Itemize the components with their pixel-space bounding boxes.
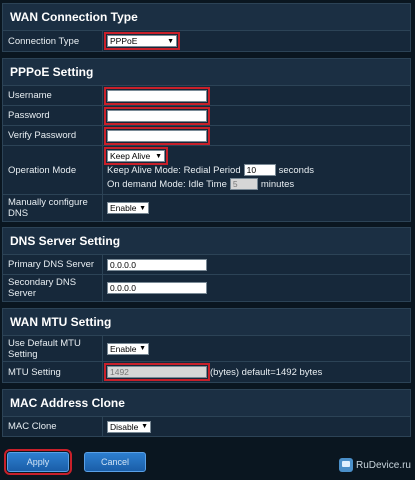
username-input[interactable]: [104, 86, 210, 105]
wan-mtu-setting-title: WAN MTU Setting: [3, 309, 410, 336]
on-demand-text: On demand Mode: Idle Time: [107, 178, 227, 190]
chevron-down-icon: ▼: [141, 423, 148, 430]
use-default-mtu-select[interactable]: Enable ▼: [107, 342, 149, 355]
primary-dns-label: Primary DNS Server: [3, 255, 103, 274]
watermark-text: RuDevice.ru: [355, 459, 411, 471]
keep-alive-text: Keep Alive Mode: Redial Period: [107, 164, 241, 176]
verify-password-input[interactable]: [104, 126, 210, 145]
wan-connection-type-title: WAN Connection Type: [3, 4, 410, 31]
verify-password-label: Verify Password: [3, 126, 103, 145]
operation-mode-label: Operation Mode: [3, 146, 103, 194]
wan-mtu-setting-panel: WAN MTU Setting Use Default MTU Setting …: [2, 308, 411, 383]
dns-server-setting-panel: DNS Server Setting Primary DNS Server 0.…: [2, 227, 411, 302]
mac-clone-label: MAC Clone: [3, 417, 103, 436]
mac-address-clone-panel: MAC Address Clone MAC Clone Disable ▼: [2, 389, 411, 437]
pppoe-setting-title: PPPoE Setting: [3, 59, 410, 86]
seconds-text: seconds: [278, 164, 314, 176]
redial-period-input[interactable]: 10: [243, 164, 276, 176]
minutes-text: minutes: [260, 178, 295, 190]
idle-time-input[interactable]: 5: [229, 178, 258, 190]
primary-dns-input[interactable]: 0.0.0.0: [107, 258, 207, 271]
mtu-setting-label: MTU Setting: [3, 362, 103, 382]
mtu-input[interactable]: 1492: [104, 363, 210, 381]
connection-type-label: Connection Type: [3, 31, 103, 51]
mtu-suffix-text: (bytes) default=1492 bytes: [210, 366, 323, 378]
password-input[interactable]: [104, 106, 210, 125]
chevron-down-icon: ▼: [155, 152, 162, 160]
operation-mode-select[interactable]: Keep Alive ▼: [104, 147, 168, 165]
username-label: Username: [3, 86, 103, 105]
secondary-dns-input[interactable]: 0.0.0.0: [107, 282, 207, 294]
watermark: RuDevice.ru: [338, 458, 411, 472]
chevron-down-icon: ▼: [139, 204, 146, 212]
use-default-mtu-label: Use Default MTU Setting: [3, 336, 103, 361]
manual-dns-select[interactable]: Enable ▼: [107, 202, 149, 214]
connection-type-select[interactable]: PPPoE ▼: [104, 32, 180, 50]
pppoe-setting-panel: PPPoE Setting Username Password Verify P…: [2, 58, 411, 222]
cancel-button[interactable]: Cancel: [84, 452, 146, 472]
mac-clone-select[interactable]: Disable ▼: [107, 420, 151, 433]
mac-address-clone-title: MAC Address Clone: [3, 390, 410, 417]
secondary-dns-label: Secondary DNS Server: [3, 275, 103, 301]
manual-dns-label: Manually configure DNS: [3, 195, 103, 221]
password-label: Password: [3, 106, 103, 125]
chevron-down-icon: ▼: [139, 345, 146, 352]
wan-connection-type-panel: WAN Connection Type Connection Type PPPo…: [2, 3, 411, 52]
chevron-down-icon: ▼: [167, 37, 174, 45]
monitor-icon: [338, 458, 353, 472]
apply-button[interactable]: Apply: [4, 449, 72, 475]
dns-server-setting-title: DNS Server Setting: [3, 228, 410, 255]
